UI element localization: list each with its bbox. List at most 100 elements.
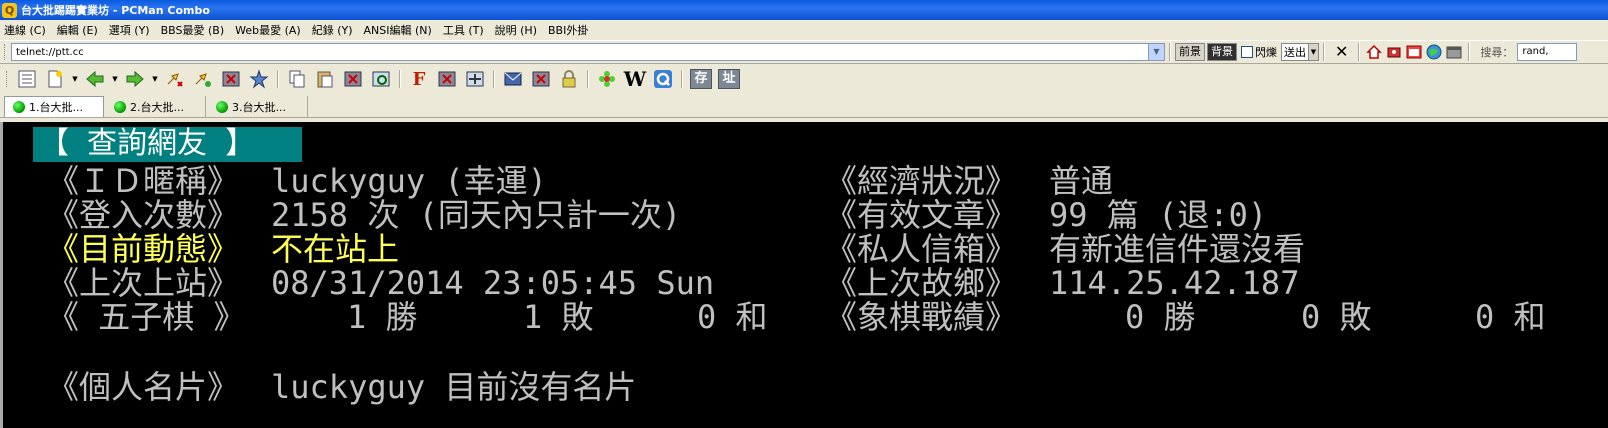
- gomoku-lose: 1 敗: [523, 298, 594, 336]
- toolbar-grip[interactable]: [6, 71, 9, 87]
- gomoku-label: 《 五子棋 》: [47, 298, 246, 336]
- tab-bar: 1.台大批... 2.台大批... 3.台大批...: [0, 94, 1608, 118]
- separator: [681, 70, 683, 88]
- flower-icon[interactable]: [595, 67, 619, 91]
- tab-3[interactable]: 3.台大批...: [208, 96, 308, 117]
- connected-status-icon: [13, 101, 25, 113]
- menu-connection[interactable]: 連線 (C): [4, 22, 46, 38]
- chess-win: 0 勝: [1125, 298, 1196, 336]
- separator: [1468, 43, 1471, 61]
- separator: [277, 70, 279, 88]
- q-icon[interactable]: [651, 67, 675, 91]
- send-button[interactable]: 送出 ▼: [1281, 43, 1319, 61]
- url-text: telnet://ptt.cc: [16, 46, 84, 58]
- connected-status-icon: [114, 100, 126, 113]
- wikipedia-icon[interactable]: W: [623, 67, 647, 91]
- home-icon[interactable]: [1365, 43, 1383, 61]
- store-button[interactable]: 存: [689, 67, 713, 91]
- title-bar: Q 台大批踢踢實業坊 - PCMan Combo: [0, 0, 1608, 20]
- resize-icon[interactable]: [463, 67, 487, 91]
- menu-help[interactable]: 說明 (H): [495, 22, 537, 38]
- screen-delete-icon[interactable]: [435, 67, 459, 91]
- browser-icon[interactable]: [1405, 43, 1423, 61]
- plugin-icon[interactable]: [1385, 43, 1403, 61]
- terminal-screen[interactable]: 【 查詢網友 】 《ＩＤ暱稱》 luckyguy (幸運) 《經濟狀況》 普通 …: [0, 122, 1608, 428]
- menu-log[interactable]: 紀錄 (Y): [312, 22, 353, 38]
- chevron-down-icon[interactable]: ▼: [151, 67, 159, 91]
- toolbar-grip[interactable]: [4, 44, 7, 60]
- forward-arrow-icon[interactable]: [123, 67, 147, 91]
- connected-status-icon: [216, 100, 228, 113]
- close-icon[interactable]: ✕: [1335, 43, 1348, 61]
- query-header: 【 查詢網友 】: [39, 126, 256, 161]
- delete-icon[interactable]: [341, 67, 365, 91]
- chess-draw: 0 和: [1475, 298, 1546, 336]
- disconnect-icon[interactable]: [191, 67, 215, 91]
- background-button[interactable]: 背景: [1207, 43, 1237, 61]
- menu-web-favorites[interactable]: Web最愛 (A): [235, 22, 301, 38]
- id-label: 《ＩＤ暱稱》: [47, 162, 240, 200]
- separator: [1169, 43, 1171, 61]
- globe-icon[interactable]: [1425, 43, 1443, 61]
- window-icon[interactable]: [1445, 43, 1463, 61]
- address-button[interactable]: 址: [717, 67, 741, 91]
- tab-1[interactable]: 1.台大批...: [4, 96, 104, 117]
- url-input[interactable]: telnet://ptt.cc ▼: [11, 43, 1165, 61]
- login-count-label: 《登入次數》: [47, 196, 240, 234]
- new-connection-icon[interactable]: [43, 67, 67, 91]
- posts-value: 99 篇 (退:0): [1049, 196, 1268, 234]
- status-value: 不在站上: [271, 230, 400, 268]
- main-toolbar: ▼ ▼ ▼ F W 存 址: [0, 64, 1608, 94]
- blink-checkbox[interactable]: [1241, 46, 1253, 58]
- menu-bar: 連線 (C) 編輯 (E) 選項 (Y) BBS最愛 (B) Web最愛 (A)…: [0, 20, 1608, 40]
- chevron-down-icon[interactable]: ▼: [71, 67, 79, 91]
- menu-bbi-plugin[interactable]: BBI外掛: [548, 22, 588, 38]
- menu-ansi-edit[interactable]: ANSI編輯 (N): [364, 22, 432, 38]
- site-list-icon[interactable]: [15, 67, 39, 91]
- font-icon[interactable]: F: [407, 67, 431, 91]
- search-label: 搜尋：: [1480, 46, 1514, 59]
- chevron-down-icon[interactable]: ▼: [1148, 44, 1164, 60]
- mail-delete-icon[interactable]: [529, 67, 553, 91]
- mailbox-value: 有新進信件還沒看: [1049, 230, 1306, 268]
- gomoku-win: 1 勝: [347, 298, 418, 336]
- reconnect-icon[interactable]: [163, 67, 187, 91]
- copy-icon[interactable]: [285, 67, 309, 91]
- store-label: 存: [690, 69, 712, 89]
- last-login-label: 《上次上站》: [47, 264, 240, 302]
- separator: [1358, 43, 1361, 61]
- chevron-down-icon[interactable]: ▼: [111, 67, 119, 91]
- window-title: 台大批踢踢實業坊 - PCMan Combo: [21, 4, 210, 17]
- search-input[interactable]: rand,: [1517, 43, 1578, 61]
- menu-options[interactable]: 選項 (Y): [109, 22, 150, 38]
- menu-edit[interactable]: 編輯 (E): [57, 22, 98, 38]
- mail-icon[interactable]: [501, 67, 525, 91]
- foreground-button[interactable]: 前景: [1175, 43, 1205, 61]
- send-label: 送出: [1284, 46, 1306, 59]
- address-label: 址: [718, 69, 740, 89]
- pin-icon[interactable]: [247, 67, 271, 91]
- status-label: 《目前動態》: [47, 230, 240, 268]
- chevron-down-icon[interactable]: ▼: [1308, 44, 1318, 60]
- separator: [399, 70, 401, 88]
- close-tab-icon[interactable]: [219, 67, 243, 91]
- last-login-value: 08/31/2014 23:05:45 Sun: [271, 264, 715, 302]
- menu-bbs-favorites[interactable]: BBS最愛 (B): [161, 22, 225, 38]
- pcman-icon: Q: [2, 2, 17, 18]
- separator: [587, 70, 589, 88]
- chess-label: 《象棋戰績》: [825, 298, 1018, 336]
- find-icon[interactable]: [369, 67, 393, 91]
- lock-icon[interactable]: [557, 67, 581, 91]
- paste-icon[interactable]: [313, 67, 337, 91]
- card-value: luckyguy 目前沒有名片: [271, 368, 637, 406]
- tab-label: 1.台大批...: [29, 101, 83, 114]
- back-arrow-icon[interactable]: [83, 67, 107, 91]
- posts-label: 《有效文章》: [825, 196, 1018, 234]
- menu-tools[interactable]: 工具 (T): [443, 22, 484, 38]
- tab-label: 2.台大批...: [130, 100, 184, 114]
- gomoku-draw: 0 和: [697, 298, 768, 336]
- tab-2[interactable]: 2.台大批...: [106, 96, 206, 117]
- economy-value: 普通: [1049, 162, 1114, 200]
- separator: [1323, 43, 1325, 61]
- separator: [493, 70, 495, 88]
